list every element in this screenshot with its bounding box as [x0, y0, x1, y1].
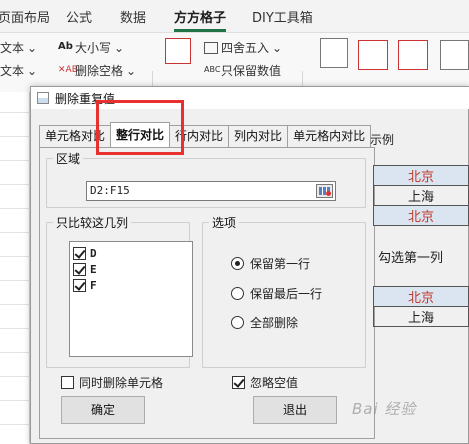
range-value: D2:F15	[90, 184, 130, 197]
tab-in-cell-compare[interactable]: 单元格内对比	[287, 125, 372, 147]
column-item[interactable]: E	[73, 261, 189, 277]
round-icon	[204, 41, 218, 54]
ribbon-round-button[interactable]: 四舍五入 ⌄	[204, 39, 282, 56]
range-input[interactable]: D2:F15	[86, 181, 336, 201]
dialog-title-bar[interactable]: 删除重复值	[31, 87, 469, 109]
column-item[interactable]: D	[73, 245, 189, 261]
abc-icon: ABC	[204, 64, 221, 74]
ribbon-text-menu[interactable]: 文本 ⌄	[0, 39, 37, 56]
columns-group-legend: 只比较这几列	[56, 216, 129, 230]
tab-page-layout[interactable]: 页面布局	[0, 7, 50, 26]
checkbox-icon[interactable]	[61, 376, 74, 389]
example-table-before: 北京 上海 北京	[373, 165, 469, 226]
radio-selected-icon[interactable]	[231, 257, 244, 270]
dialog-tab-bar: 单元格对比 整行对比 行内对比 列内对比 单元格内对比	[39, 122, 372, 147]
ribbon-case-button[interactable]: Ab 大小写 ⌄	[58, 39, 124, 56]
example-table-after: 北京 上海	[373, 286, 469, 327]
checkbox-icon[interactable]	[73, 278, 86, 292]
tab-in-column-compare[interactable]: 列内对比	[228, 125, 289, 147]
options-group-legend: 选项	[212, 216, 237, 230]
checkbox-icon[interactable]	[73, 246, 86, 260]
watermark-logo: Bai 经验	[352, 400, 417, 418]
batch-delete-icon[interactable]	[398, 40, 428, 70]
dialog-title: 删除重复值	[55, 91, 116, 106]
checkbox-icon[interactable]	[73, 262, 86, 276]
case-icon: Ab	[58, 40, 73, 52]
radio-delete-all[interactable]: 全部删除	[231, 314, 298, 331]
ribbon-text-menu-2[interactable]: 文本 ⌄	[0, 62, 37, 79]
columns-list: D E F	[69, 241, 193, 357]
tab-in-row-compare[interactable]: 行内对比	[169, 125, 230, 147]
range-select-icon[interactable]	[316, 184, 333, 198]
tab-diy-toolbox[interactable]: DIY工具箱	[252, 7, 313, 26]
exit-button[interactable]: 退出	[253, 396, 337, 424]
example-cell: 上海	[373, 185, 469, 206]
checkbox-icon[interactable]	[232, 376, 245, 389]
example-title: 示例	[370, 133, 395, 147]
ok-button[interactable]: 确定	[61, 396, 145, 424]
tab-whole-row-compare[interactable]: 整行对比	[110, 122, 171, 147]
example-cell: 北京	[373, 165, 469, 186]
numeric-icon[interactable]	[165, 38, 191, 64]
range-group-legend: 区域	[56, 152, 81, 166]
example-cell: 上海	[373, 306, 469, 327]
merge-convert-icon[interactable]	[440, 40, 469, 70]
insert-icon[interactable]	[358, 40, 388, 70]
example-cell: 北京	[373, 286, 469, 307]
spreadsheet-area	[0, 92, 30, 444]
ignore-blank-checkbox[interactable]: 忽略空值	[232, 374, 298, 391]
remove-space-icon: ✕AB	[58, 64, 78, 75]
tab-data[interactable]: 数据	[120, 7, 146, 26]
ribbon-tab-bar: 页面布局 公式 数据 方方格子 DIY工具箱	[0, 0, 469, 32]
example-cell: 北京	[373, 205, 469, 226]
column-item[interactable]: F	[73, 277, 189, 293]
tab-fangfang[interactable]: 方方格子	[174, 7, 227, 32]
copy-paste-icon[interactable]	[320, 38, 348, 68]
radio-keep-first[interactable]: 保留第一行	[231, 255, 310, 272]
radio-keep-last[interactable]: 保留最后一行	[231, 285, 322, 302]
ribbon-remove-space-button[interactable]: ✕AB 删除空格 ⌄	[58, 62, 136, 79]
delete-cells-checkbox[interactable]: 同时删除单元格	[61, 374, 163, 391]
dialog-app-icon	[37, 92, 49, 104]
tab-formulas[interactable]: 公式	[66, 7, 92, 26]
example-note: 勾选第一列	[378, 251, 444, 266]
ribbon-keep-numbers-button[interactable]: ABC 只保留数值	[204, 62, 281, 79]
radio-icon[interactable]	[231, 287, 244, 300]
tab-cell-compare[interactable]: 单元格对比	[39, 125, 112, 147]
radio-icon[interactable]	[231, 316, 244, 329]
